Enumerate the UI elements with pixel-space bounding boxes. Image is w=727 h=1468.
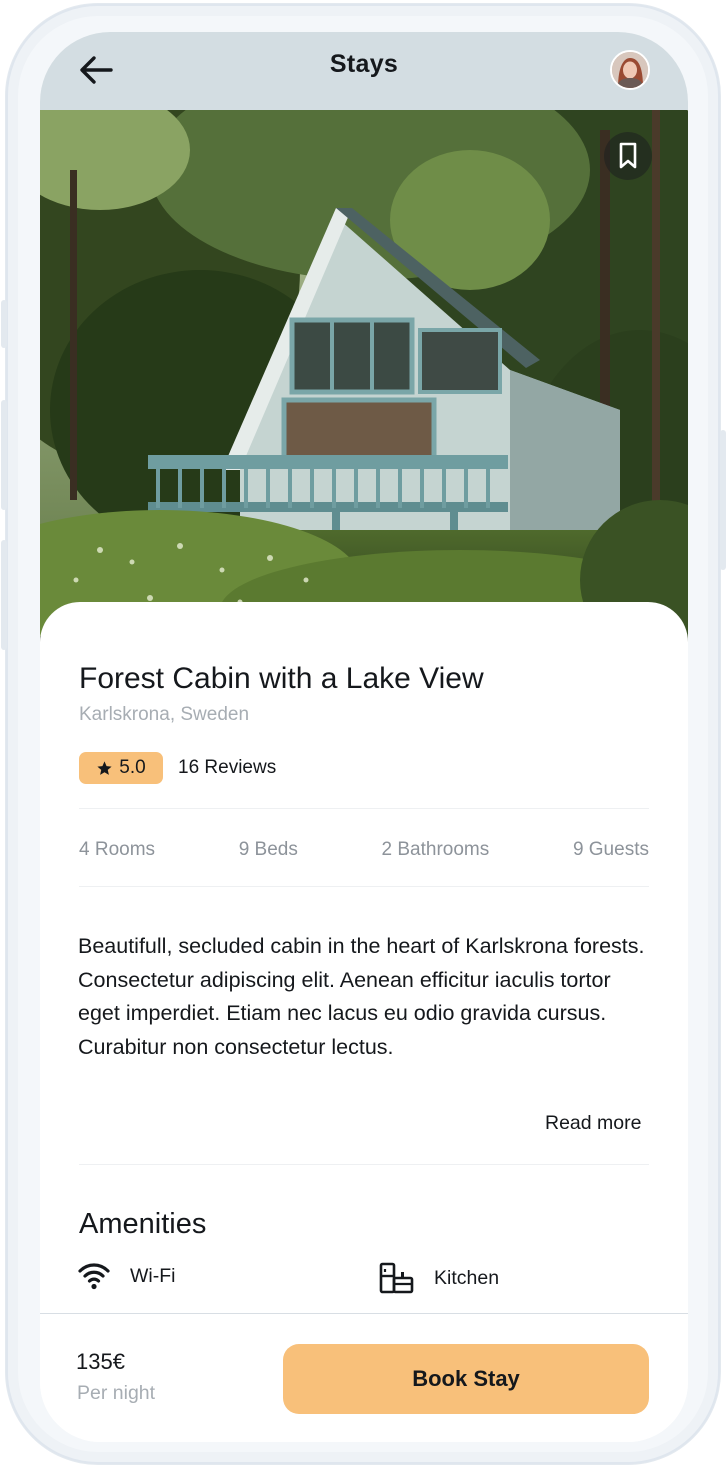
divider: [79, 808, 649, 809]
phone-side-button: [1, 400, 7, 510]
amenity-kitchen: Kitchen: [379, 1262, 499, 1294]
listing-photo[interactable]: [40, 110, 688, 650]
spec-beds: 9 Beds: [238, 839, 298, 860]
divider: [79, 886, 649, 887]
phone-power-button: [720, 430, 726, 570]
phone-side-button: [1, 540, 7, 650]
listing-details: Forest Cabin with a Lake View Karlskrona…: [40, 602, 688, 1322]
phone-side-button: [1, 300, 7, 348]
listing-description: Beautifull, secluded cabin in the heart …: [78, 934, 645, 1059]
book-stay-button[interactable]: Book Stay: [283, 1344, 649, 1414]
amenities-heading: Amenities: [79, 1208, 207, 1240]
listing-title: Forest Cabin with a Lake View: [79, 662, 484, 695]
read-more-link[interactable]: Read more: [545, 1112, 641, 1135]
booking-bar: 135€ Per night Book Stay: [40, 1313, 688, 1442]
listing-specs: 4 Rooms 9 Beds 2 Bathrooms 9 Guests: [79, 839, 649, 861]
divider: [79, 1164, 649, 1165]
rating-badge: 5.0: [79, 752, 163, 784]
spec-bathrooms: 2 Bathrooms: [381, 839, 490, 860]
cabin-photo-image: [40, 110, 688, 650]
spec-rooms: 4 Rooms: [79, 839, 156, 860]
user-avatar[interactable]: [610, 50, 650, 90]
bookmark-icon: [619, 142, 637, 169]
bookmark-button[interactable]: [604, 132, 652, 180]
reviews-link[interactable]: 16 Reviews: [178, 757, 276, 779]
amenity-wifi: Wi-Fi: [78, 1262, 175, 1290]
spec-guests: 9 Guests: [572, 839, 649, 860]
star-icon: [97, 760, 112, 775]
app-title: Stays: [329, 50, 399, 78]
avatar-image: [612, 52, 648, 88]
price: 135€: [76, 1349, 125, 1374]
price-unit: Per night: [77, 1382, 156, 1404]
amenity-label: Wi-Fi: [130, 1264, 176, 1287]
listing-location: Karlskrona, Sweden: [79, 704, 250, 725]
top-bar: Stays: [40, 32, 688, 112]
wifi-icon: [78, 1263, 110, 1290]
amenity-label: Kitchen: [434, 1266, 500, 1289]
rating-value: 5.0: [119, 757, 146, 778]
kitchen-icon: [379, 1262, 414, 1294]
app-screen: Stays Forest Cabin with a Lake View Karl…: [40, 32, 688, 1442]
